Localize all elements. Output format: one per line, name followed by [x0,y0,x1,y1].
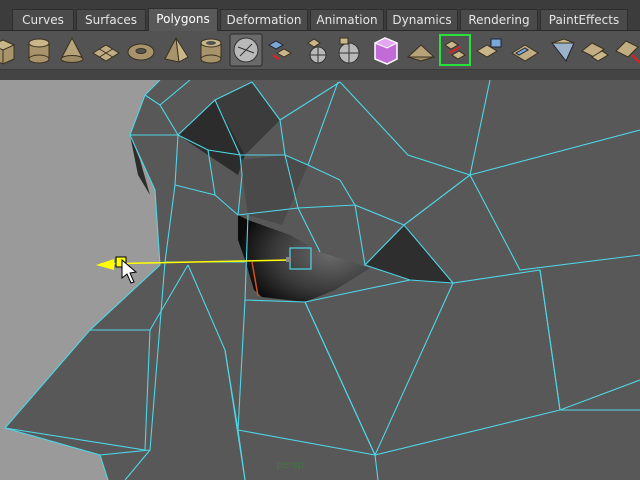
perspective-viewport[interactable] [0,80,640,480]
merge-vertex-icon[interactable] [546,33,580,67]
extrude-face-icon[interactable] [508,33,542,67]
tab-polygons[interactable]: Polygons [148,8,218,31]
poly-plane-icon[interactable] [89,33,123,67]
poly-cone-icon[interactable] [55,33,89,67]
poly-pyramid-icon[interactable] [159,33,193,67]
tab-curves[interactable]: Curves [12,9,74,30]
bridge-icon[interactable] [438,33,472,67]
camera-label: persp [276,460,305,471]
shelf-tab-bar: Curves Surfaces Polygons Deformation Ani… [0,0,640,31]
soccer-ball-icon[interactable] [229,33,263,67]
bevel-icon[interactable] [578,33,612,67]
shelf-separator [0,70,640,80]
tab-deformation[interactable]: Deformation [220,9,308,30]
poly-cylinder-icon[interactable] [22,33,56,67]
polygon-mesh-wireframe [0,80,640,480]
smooth-proxy-icon[interactable] [404,33,438,67]
separate-icon[interactable] [298,33,332,67]
combine-icon[interactable] [263,33,297,67]
poly-pipe-icon[interactable] [194,33,228,67]
sphere-mesh-icon[interactable] [332,33,366,67]
cut-faces-icon[interactable] [612,33,640,67]
poly-torus-icon[interactable] [124,33,158,67]
extract-icon[interactable] [369,33,403,67]
polygons-shelf [0,31,640,70]
tab-surfaces[interactable]: Surfaces [76,9,146,30]
split-polygon-icon[interactable] [473,33,507,67]
tab-dynamics[interactable]: Dynamics [386,9,458,30]
tab-painteffects[interactable]: PaintEffects [540,9,628,30]
tab-rendering[interactable]: Rendering [460,9,538,30]
poly-cube-icon[interactable] [0,33,20,67]
tab-animation[interactable]: Animation [310,9,384,30]
